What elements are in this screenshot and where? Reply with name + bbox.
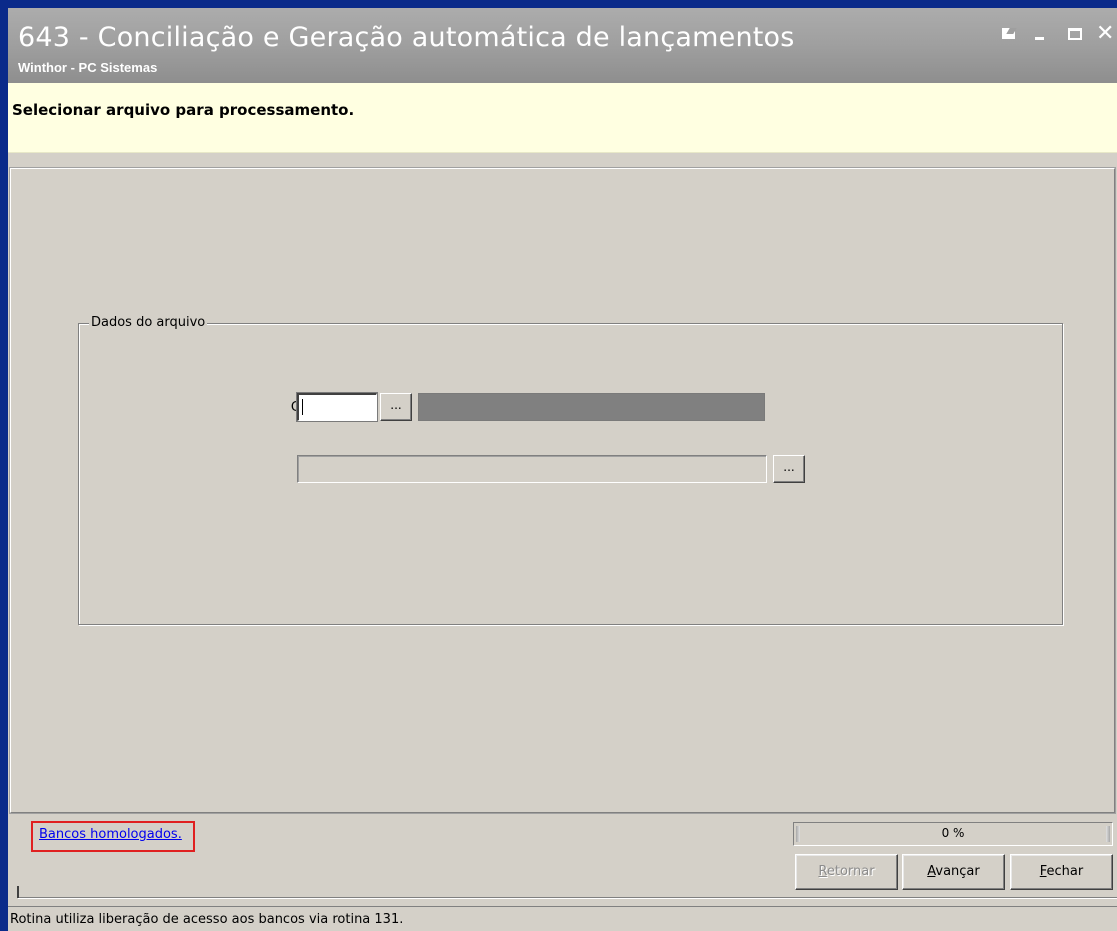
file-data-groupbox: Dados do arquivo Cód. Banco: ... Arquivo… [78, 315, 1063, 625]
minimize-icon[interactable] [1031, 26, 1049, 42]
groupbox-title: Dados do arquivo [89, 315, 208, 330]
arquivo-input[interactable] [297, 455, 767, 483]
close-icon[interactable]: ✕ [1096, 23, 1114, 45]
instruction-text: Selecionar arquivo para processamento. [12, 101, 355, 119]
bank-name-display [418, 393, 765, 421]
status-bar: Rotina utiliza liberação de acesso aos b… [8, 906, 1117, 931]
fechar-button[interactable]: Fechar [1010, 854, 1113, 890]
instruction-band: Selecionar arquivo para processamento. [8, 83, 1117, 153]
maximize-icon[interactable] [1066, 26, 1084, 42]
restore-icon[interactable] [1000, 26, 1018, 42]
title-bar[interactable]: 643 - Conciliação e Geração automática d… [8, 8, 1117, 83]
fechar-label: echar [1046, 864, 1084, 879]
progress-bar: 0 % [793, 822, 1113, 846]
cod-banco-search-button[interactable]: ... [380, 393, 412, 421]
arquivo-browse-button[interactable]: ... [773, 455, 805, 483]
retornar-button[interactable]: Retornar [795, 854, 898, 890]
window-title: 643 - Conciliação e Geração automática d… [18, 22, 795, 53]
cod-banco-input[interactable] [297, 393, 377, 421]
progress-text: 0 % [941, 826, 965, 840]
avancar-button[interactable]: Avançar [902, 854, 1005, 890]
text-caret [302, 399, 303, 415]
footer-separator [17, 886, 1117, 899]
window-subtitle: Winthor - PC Sistemas [18, 60, 158, 75]
status-text: Rotina utiliza liberação de acesso aos b… [10, 912, 404, 927]
retornar-accel: R [818, 864, 827, 879]
fechar-accel: F [1039, 864, 1047, 879]
avancar-label: vançar [935, 864, 980, 879]
bancos-homologados-link[interactable]: Bancos homologados. [31, 821, 195, 852]
retornar-label: etornar [826, 864, 875, 879]
